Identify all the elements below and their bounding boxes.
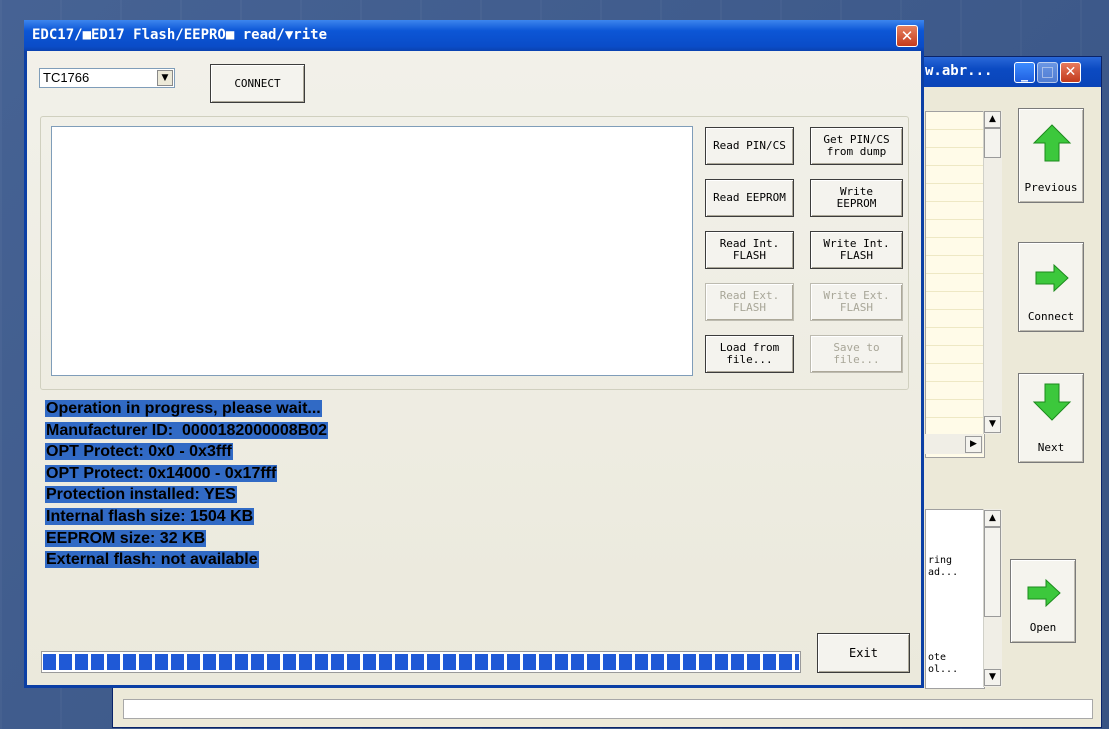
save-to-file-button[interactable]: Save to file... xyxy=(810,335,903,373)
progress-bar xyxy=(41,651,801,673)
maximize-button[interactable]: □ xyxy=(1037,62,1058,83)
status-line: OPT Protect: 0x0 - 0x3fff xyxy=(45,443,233,461)
dialog-titlebar[interactable]: EDC17/■ED17 Flash/EEPRO■ read/▼rite ✕ xyxy=(24,20,924,51)
scroll-down-button[interactable]: ▼ xyxy=(984,416,1001,433)
list-row[interactable] xyxy=(926,130,984,148)
list-row[interactable] xyxy=(926,238,984,256)
connect-nav-button[interactable]: Connect xyxy=(1018,242,1084,332)
scroll-thumb[interactable] xyxy=(984,527,1001,617)
connect-button[interactable]: CONNECT xyxy=(210,64,305,103)
list-row[interactable] xyxy=(926,166,984,184)
operation-status-log: Operation in progress, please wait... Ma… xyxy=(45,398,329,571)
read-pin-button[interactable]: Read PIN/CS xyxy=(705,127,794,165)
list-row[interactable] xyxy=(926,346,984,364)
list-item[interactable]: ote ol... xyxy=(928,652,958,676)
close-icon: ✕ xyxy=(1064,64,1077,80)
scroll-right-button[interactable]: ▶ xyxy=(965,436,982,453)
list-row[interactable] xyxy=(926,364,984,382)
maximize-icon: □ xyxy=(1040,64,1055,80)
status-line: External flash: not available xyxy=(45,551,259,569)
status-line: Manufacturer ID: 0000182000008B02 xyxy=(45,421,329,439)
arrow-up-icon xyxy=(1032,124,1072,162)
list-row[interactable] xyxy=(926,400,984,418)
exit-button[interactable]: Exit xyxy=(817,633,910,673)
list-row[interactable] xyxy=(926,112,984,130)
write-ext-flash-button[interactable]: Write Ext. FLASH xyxy=(810,283,903,321)
next-button[interactable]: Next xyxy=(1018,373,1084,463)
background-tool-list[interactable]: ring ad... ote ol... xyxy=(925,509,985,689)
dialog-close-button[interactable]: ✕ xyxy=(896,25,918,47)
close-icon: ✕ xyxy=(900,27,914,45)
write-eeprom-button[interactable]: Write EEPROM xyxy=(810,179,903,217)
scroll-up-button[interactable]: ▲ xyxy=(984,510,1001,527)
previous-button[interactable]: Previous xyxy=(1018,108,1084,203)
status-line: Operation in progress, please wait... xyxy=(45,400,322,417)
file-list-vertical-scrollbar[interactable]: ▲ ▼ xyxy=(983,111,1002,434)
progress-fill xyxy=(43,654,799,670)
background-close-button[interactable]: ✕ xyxy=(1060,62,1081,83)
background-window-title: w.abr... xyxy=(925,63,993,79)
minimize-button[interactable]: _ xyxy=(1014,62,1035,83)
arrow-right-icon xyxy=(1027,578,1061,608)
list-row[interactable] xyxy=(926,256,984,274)
read-ext-flash-button[interactable]: Read Ext. FLASH xyxy=(705,283,794,321)
flash-eeprom-dialog: EDC17/■ED17 Flash/EEPRO■ read/▼rite ✕ TC… xyxy=(24,20,924,688)
list-row[interactable] xyxy=(926,310,984,328)
list-row[interactable] xyxy=(926,292,984,310)
list-item[interactable]: ring ad... xyxy=(928,555,958,579)
list-row[interactable] xyxy=(926,328,984,346)
load-from-file-button[interactable]: Load from file... xyxy=(705,335,794,373)
read-int-flash-button[interactable]: Read Int. FLASH xyxy=(705,231,794,269)
list-row[interactable] xyxy=(926,202,984,220)
tool-list-vertical-scrollbar[interactable]: ▲ ▼ xyxy=(983,509,1002,687)
write-int-flash-button[interactable]: Write Int. FLASH xyxy=(810,231,903,269)
list-row[interactable] xyxy=(926,274,984,292)
list-row[interactable] xyxy=(926,382,984,400)
log-textarea[interactable] xyxy=(51,126,693,376)
status-line: Internal flash size: 1504 KB xyxy=(45,507,255,525)
list-row[interactable] xyxy=(926,184,984,202)
connect-nav-label: Connect xyxy=(1027,310,1075,323)
arrow-right-icon xyxy=(1035,263,1069,293)
status-line: EEPROM size: 32 KB xyxy=(45,529,207,547)
scroll-down-button[interactable]: ▼ xyxy=(984,669,1001,686)
get-pin-from-dump-button[interactable]: Get PIN/CS from dump xyxy=(810,127,903,165)
list-row[interactable] xyxy=(926,220,984,238)
chip-type-select[interactable]: TC1766 ▼ xyxy=(39,68,175,88)
dialog-title: EDC17/■ED17 Flash/EEPRO■ read/▼rite xyxy=(32,27,328,43)
chip-type-value: TC1766 xyxy=(43,70,90,85)
read-eeprom-button[interactable]: Read EEPROM xyxy=(705,179,794,217)
status-line: Protection installed: YES xyxy=(45,486,237,504)
open-button[interactable]: Open xyxy=(1010,559,1076,643)
scroll-up-button[interactable]: ▲ xyxy=(984,111,1001,128)
status-line: OPT Protect: 0x14000 - 0x17fff xyxy=(45,464,278,482)
open-label: Open xyxy=(1029,621,1057,634)
file-list-horizontal-scrollbar[interactable]: ▶ xyxy=(925,434,983,454)
background-file-list[interactable] xyxy=(925,111,985,458)
next-label: Next xyxy=(1037,441,1065,454)
list-row[interactable] xyxy=(926,148,984,166)
arrow-down-icon xyxy=(1032,383,1072,421)
status-bar xyxy=(123,699,1093,719)
scroll-thumb[interactable] xyxy=(984,128,1001,158)
minimize-icon: _ xyxy=(1021,66,1028,82)
previous-label: Previous xyxy=(1024,181,1078,194)
chevron-down-icon[interactable]: ▼ xyxy=(157,70,173,86)
